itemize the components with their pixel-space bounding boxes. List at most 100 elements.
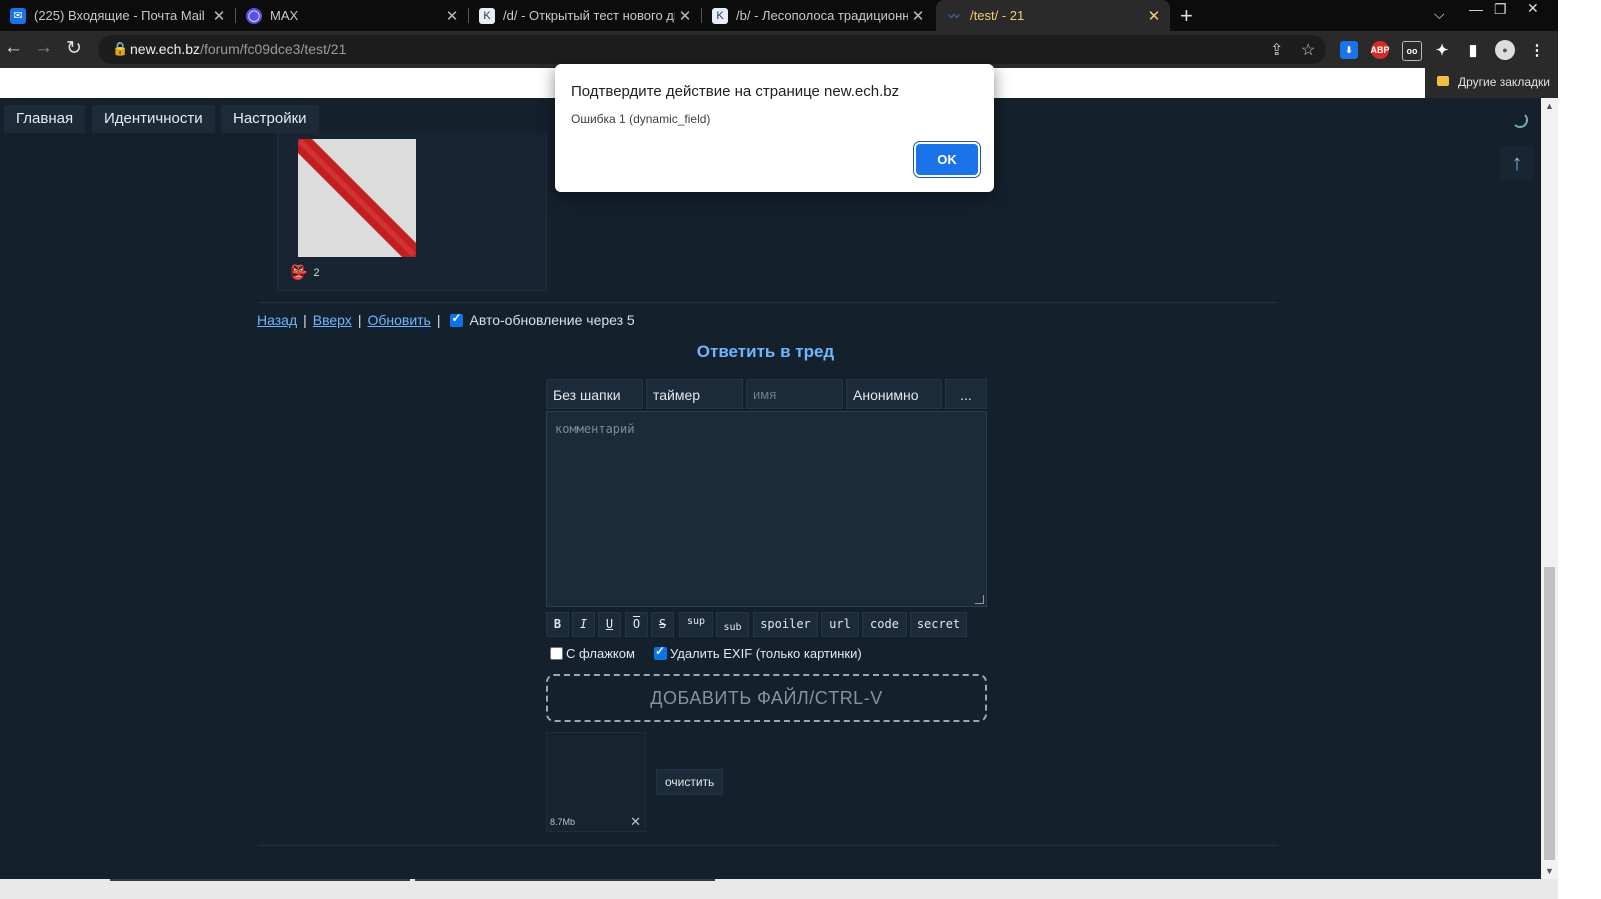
url-text[interactable]: new.ech.bz/forum/fc09dce3/test/21 <box>130 41 346 57</box>
max-icon: ◯ <box>246 7 262 24</box>
loading-spinner-icon <box>1512 112 1528 128</box>
extension-oo-icon[interactable]: oo <box>1402 41 1422 61</box>
resize-handle-icon[interactable] <box>975 595 984 604</box>
more-options-button[interactable]: ... <box>945 379 987 409</box>
reaction-badge[interactable]: 👺 2 <box>290 264 320 281</box>
dialog-title: Подтвердите действие на странице new.ech… <box>571 83 900 100</box>
tab-title: /d/ - Открытый тест нового дви <box>503 8 675 23</box>
taskbar-indicator <box>110 879 410 881</box>
close-icon[interactable]: ✕ <box>442 7 462 25</box>
comment-textarea[interactable]: комментарий <box>546 411 987 607</box>
puzzle-icon[interactable]: ✦ <box>1433 41 1451 59</box>
download-icon[interactable]: ⬇ <box>1340 41 1358 59</box>
code-button[interactable]: code <box>862 612 907 637</box>
autoupdate-checkbox[interactable] <box>450 311 464 327</box>
folder-icon <box>1437 76 1449 86</box>
side-panel-icon[interactable]: ▮ <box>1464 41 1482 59</box>
tab-search-icon[interactable]: ⌵ <box>1434 6 1445 23</box>
close-icon[interactable]: ✕ <box>209 7 229 25</box>
attached-file: 8.7Mb ✕ <box>546 732 646 832</box>
nav-settings[interactable]: Настройки <box>221 105 319 133</box>
file-dropzone[interactable]: ДОБАВИТЬ ФАЙЛ/CTRL-V <box>546 674 987 722</box>
close-icon[interactable]: ✕ <box>908 7 928 25</box>
new-tab-icon[interactable]: + <box>1180 3 1193 29</box>
reaction-count: 2 <box>313 266 320 279</box>
restore-icon[interactable]: ❐ <box>1494 1 1507 18</box>
flag-option: С флажком <box>550 646 635 661</box>
up-link[interactable]: Вверх <box>313 312 352 328</box>
autoupdate-label: Авто-обновление через 5 <box>469 312 635 328</box>
link-separator: | <box>303 312 307 328</box>
thread-links: Назад | Вверх | Обновить | Авто-обновлен… <box>257 311 635 329</box>
italic-button[interactable]: I <box>572 612 595 637</box>
tab-max[interactable]: ◯ MAX ✕ <box>236 0 468 31</box>
tab-b-board[interactable]: K /b/ - Лесополоса традиционна ✕ <box>702 0 934 31</box>
sup-button[interactable]: sup <box>679 612 713 637</box>
profile-icon[interactable]: ● <box>1495 40 1515 60</box>
window-edge <box>1558 0 1601 899</box>
close-window-icon[interactable]: ✕ <box>1527 0 1539 17</box>
back-icon[interactable]: ← <box>4 37 23 59</box>
scrollbar-thumb[interactable] <box>1544 567 1555 860</box>
tab-mail[interactable]: ✉ (225) Входящие - Почта Mail ✕ <box>0 0 235 31</box>
subject-field[interactable]: Без шапки <box>546 379 643 409</box>
browser-tab-strip: ✉ (225) Входящие - Почта Mail ✕ ◯ MAX ✕ … <box>0 0 1601 31</box>
link-separator: | <box>357 312 362 328</box>
dialog-message: Ошибка 1 (dynamic_field) <box>571 112 711 126</box>
tab-d-board[interactable]: K /d/ - Открытый тест нового дви ✕ <box>469 0 701 31</box>
trip-field[interactable]: Анонимно <box>846 379 942 409</box>
menu-kebab-icon[interactable]: ⋮ <box>1528 41 1546 59</box>
wave-icon: 〰 <box>948 10 960 23</box>
scroll-arrow-up-icon[interactable]: ▲ <box>1545 101 1554 111</box>
mail-icon: ✉ <box>10 7 26 24</box>
nav-home[interactable]: Главная <box>4 105 86 133</box>
name-input[interactable]: имя <box>746 379 843 409</box>
close-icon[interactable]: ✕ <box>1144 7 1164 25</box>
minimize-icon[interactable]: — <box>1469 1 1483 17</box>
share-icon[interactable]: ⇪ <box>1270 40 1283 60</box>
scroll-arrow-down-icon[interactable]: ▼ <box>1545 866 1554 876</box>
spoiler-button[interactable]: spoiler <box>753 612 818 637</box>
lock-icon: 🔒 <box>112 41 129 56</box>
scroll-up-button[interactable]: ↑ <box>1500 146 1534 180</box>
ech-icon: K <box>479 7 495 24</box>
strike-button[interactable]: S <box>651 612 674 637</box>
image-placeholder-graphic <box>298 139 416 257</box>
reaction-emoji-icon: 👺 <box>290 264 308 280</box>
exif-label: Удалить EXIF (только картинки) <box>670 646 862 661</box>
bookmarks-other[interactable]: Другие закладки <box>1458 75 1550 89</box>
address-bar[interactable]: 🔒 new.ech.bz/forum/fc09dce3/test/21 ⇪ ☆ <box>98 35 1326 64</box>
taskbar-indicator <box>415 879 715 881</box>
secret-button[interactable]: secret <box>910 612 967 637</box>
clear-files-button[interactable]: очистить <box>656 769 724 795</box>
overline-button[interactable]: O <box>625 612 648 637</box>
bold-button[interactable]: B <box>546 612 569 637</box>
refresh-link[interactable]: Обновить <box>367 312 430 328</box>
adblock-icon[interactable]: ABP <box>1371 41 1390 59</box>
divider <box>258 302 1278 303</box>
nav-identities[interactable]: Идентичности <box>92 105 215 133</box>
arrow-up-icon: ↑ <box>1511 150 1523 175</box>
reload-icon[interactable]: ↻ <box>66 37 82 60</box>
bookmark-star-icon[interactable]: ☆ <box>1301 40 1315 60</box>
sub-button[interactable]: sub <box>716 612 749 637</box>
flag-label: С флажком <box>566 646 635 661</box>
tab-title: /test/ - 21 <box>970 8 1025 23</box>
remove-file-icon[interactable]: ✕ <box>630 814 641 830</box>
forward-icon[interactable]: → <box>34 37 53 59</box>
ok-button[interactable]: OK <box>916 144 978 175</box>
url-button[interactable]: url <box>821 612 859 637</box>
reply-form-title: Ответить в тред <box>696 342 835 361</box>
exif-checkbox[interactable] <box>654 644 667 660</box>
flag-checkbox[interactable] <box>550 647 563 660</box>
back-link[interactable]: Назад <box>257 312 297 328</box>
timer-field[interactable]: таймер <box>646 379 743 409</box>
post-image[interactable] <box>298 139 416 257</box>
tab-title: (225) Входящие - Почта Mail <box>34 8 205 23</box>
close-icon[interactable]: ✕ <box>675 7 695 25</box>
underline-button[interactable]: U <box>598 612 621 637</box>
tab-test-board[interactable]: 〰 /test/ - 21 ✕ <box>936 0 1170 31</box>
browser-toolbar: ← → ↻ 🔒 new.ech.bz/forum/fc09dce3/test/2… <box>0 31 1601 68</box>
url-host: new.ech.bz <box>130 41 201 57</box>
tab-title: MAX <box>270 8 299 23</box>
